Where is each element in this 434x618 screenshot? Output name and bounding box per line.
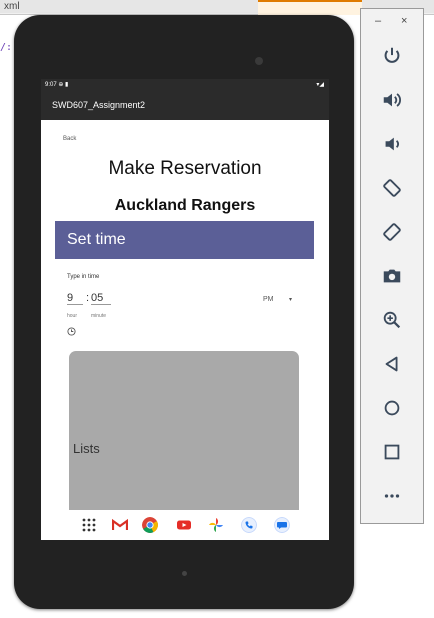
- more-icon[interactable]: [379, 483, 405, 509]
- apps-grid-icon[interactable]: [81, 517, 97, 533]
- rotate-right-icon[interactable]: [379, 219, 405, 245]
- minute-caption: minute: [91, 313, 107, 319]
- time-separator: :: [86, 292, 90, 304]
- status-icons-left: ⊕ ▮: [58, 82, 69, 88]
- taskbar: [41, 510, 329, 540]
- ide-tab-xml[interactable]: xml: [0, 0, 45, 13]
- status-bar: 9:07 ⊕ ▮ ▾◢: [41, 79, 329, 91]
- phone-icon[interactable]: [241, 517, 257, 533]
- dropdown-caret-icon[interactable]: ▾: [289, 296, 292, 303]
- gmail-icon[interactable]: [112, 517, 128, 533]
- volume-up-icon[interactable]: [379, 87, 405, 113]
- code-fragment: /:: [0, 42, 13, 53]
- hour-caption: hour: [67, 313, 78, 319]
- chrome-icon[interactable]: [142, 517, 158, 533]
- time-picker-label: Type in time: [67, 274, 100, 280]
- device-mic: [182, 571, 187, 576]
- lists-label: Lists: [73, 441, 100, 456]
- page-title: Make Reservation: [108, 158, 262, 179]
- minute-input[interactable]: 05: [91, 292, 111, 305]
- zoom-icon[interactable]: [379, 307, 405, 333]
- team-name: Auckland Rangers: [114, 197, 256, 214]
- clock-icon[interactable]: [67, 327, 76, 336]
- emulator-controls-panel: – ×: [360, 8, 424, 524]
- rotate-left-icon[interactable]: [379, 175, 405, 201]
- power-icon[interactable]: [379, 43, 405, 69]
- home-icon[interactable]: [379, 395, 405, 421]
- status-time: 9:07: [45, 82, 57, 88]
- youtube-icon[interactable]: [176, 517, 192, 533]
- ide-tab[interactable]: [156, 0, 259, 13]
- camera-icon[interactable]: [379, 263, 405, 289]
- set-time-header: Set time: [55, 221, 314, 259]
- minimize-button[interactable]: –: [375, 15, 381, 27]
- back-link[interactable]: Back: [63, 136, 76, 142]
- lists-card[interactable]: Lists: [69, 351, 299, 526]
- overview-icon[interactable]: [379, 439, 405, 465]
- hour-input[interactable]: 9: [67, 292, 83, 305]
- back-icon[interactable]: [379, 351, 405, 377]
- am-pm-select[interactable]: PM: [263, 296, 274, 303]
- ide-tab[interactable]: [44, 0, 157, 13]
- messages-icon[interactable]: [274, 517, 290, 533]
- volume-down-icon[interactable]: [379, 131, 405, 157]
- front-camera: [255, 57, 263, 65]
- app-bar-title: SWD607_Assignment2: [41, 91, 329, 120]
- device-screen: 9:07 ⊕ ▮ ▾◢ SWD607_Assignment2 Back Make…: [41, 79, 329, 540]
- signal-icon: ▾◢: [316, 82, 324, 88]
- close-icon[interactable]: ×: [401, 15, 407, 27]
- ide-tab-active[interactable]: [258, 0, 363, 15]
- photos-icon[interactable]: [208, 517, 224, 533]
